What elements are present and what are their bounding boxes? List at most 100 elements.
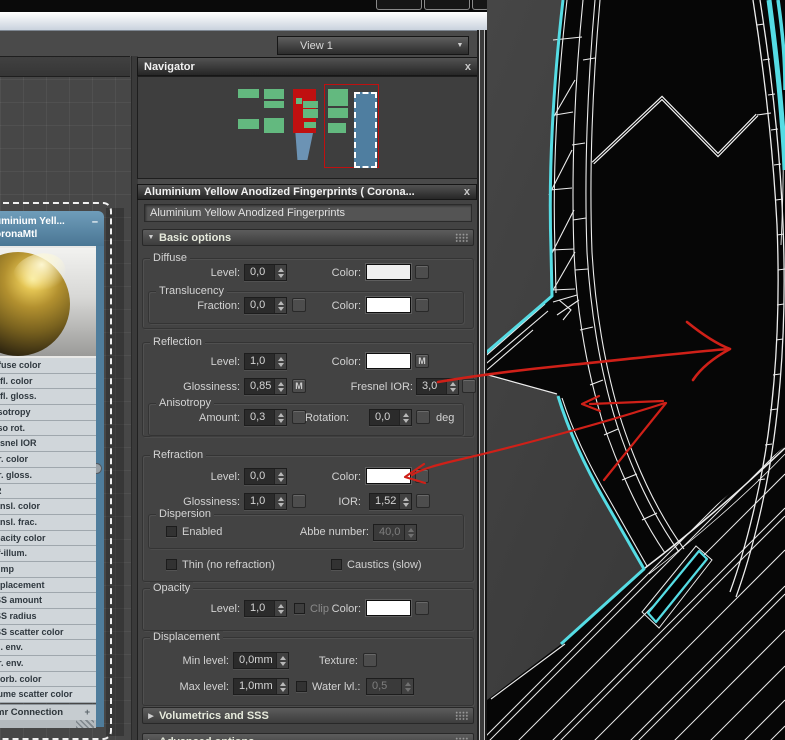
node-view[interactable]: uminium Yell... oronaMtl – ffuse coloref… <box>0 56 132 740</box>
diffuse-color-swatch[interactable] <box>366 264 411 280</box>
collapse-node-icon[interactable]: – <box>92 216 98 229</box>
refraction-level-spinner[interactable]: 0,0 <box>244 468 287 485</box>
node-slot[interactable]: ansl. frac. <box>0 514 96 531</box>
opacity-color-swatch[interactable] <box>366 600 411 616</box>
refraction-color-map-button[interactable] <box>415 469 429 483</box>
node-slot[interactable]: lf-illum. <box>0 546 96 562</box>
translucency-color-map-button[interactable] <box>415 298 429 312</box>
node-slot[interactable]: ansl. color <box>0 499 96 515</box>
translucency-color-label: Color: <box>331 300 361 312</box>
node-slot[interactable]: SS amount <box>0 593 96 609</box>
node-slot[interactable]: pacity color <box>0 530 96 547</box>
spinner-arrows-icon[interactable] <box>274 601 286 616</box>
window-button[interactable] <box>376 0 422 10</box>
node-slot[interactable]: splacement <box>0 577 96 594</box>
node-slot[interactable]: fr. env. <box>0 656 96 672</box>
viewport-wireframe[interactable] <box>487 0 785 740</box>
drag-handle-icon[interactable] <box>455 711 468 720</box>
node-slot[interactable]: efl. color <box>0 373 96 390</box>
nav-node <box>328 123 346 133</box>
node-slot[interactable]: isotropy <box>0 405 96 421</box>
fresnel-ior-spinner[interactable]: 3,0 <box>416 378 459 395</box>
resize-grip-icon[interactable] <box>76 720 94 728</box>
chevron-down-icon[interactable]: ▼ <box>452 42 468 49</box>
node-slot[interactable]: iso rot. <box>0 420 96 437</box>
spinner-arrows-icon[interactable] <box>274 265 286 280</box>
navigator-titlebar[interactable]: Navigator x <box>137 57 478 76</box>
displacement-max-spinner[interactable]: 1,0mm <box>233 678 289 695</box>
dispersion-enabled-checkbox[interactable] <box>166 526 177 537</box>
material-node[interactable]: uminium Yell... oronaMtl – ffuse coloref… <box>0 204 104 736</box>
mr-connection-row[interactable]: mr Connection + <box>0 704 96 720</box>
opacity-level-spinner[interactable]: 1,0 <box>244 600 287 617</box>
thin-checkbox[interactable] <box>166 559 177 570</box>
opacity-color-map-button[interactable] <box>415 601 429 615</box>
spinner-arrows-icon[interactable] <box>274 379 286 394</box>
node-slot[interactable]: fl. env. <box>0 640 96 657</box>
refraction-ior-spinner[interactable]: 1,52 <box>369 493 412 510</box>
spinner-arrows-icon[interactable] <box>446 379 458 394</box>
reflection-level-value: 1,0 <box>250 355 266 367</box>
refraction-ior-map-button[interactable] <box>416 494 430 508</box>
displacement-min-spinner[interactable]: 0,0mm <box>233 652 289 669</box>
diffuse-level-spinner[interactable]: 0,0 <box>244 264 287 281</box>
material-preview[interactable] <box>0 246 104 358</box>
material-node-header[interactable]: uminium Yell... oronaMtl – <box>0 211 104 246</box>
close-icon[interactable]: x <box>465 61 471 73</box>
caustics-label: Caustics (slow) <box>347 559 422 571</box>
window-button[interactable] <box>424 0 470 10</box>
rollout-basic-options[interactable]: ▼ Basic options <box>142 229 474 246</box>
material-name-input[interactable]: Aluminium Yellow Anodized Fingerprints <box>144 204 472 222</box>
rollout-volumetrics[interactable]: ▶ Volumetrics and SSS <box>142 707 474 724</box>
spinner-arrows-icon[interactable] <box>399 494 411 509</box>
node-slot[interactable]: R <box>0 483 96 500</box>
node-slot[interactable]: SS radius <box>0 609 96 625</box>
spinner-arrows-icon[interactable] <box>276 653 288 668</box>
refraction-color-swatch[interactable] <box>366 468 411 484</box>
fresnel-ior-map-button[interactable] <box>462 379 476 393</box>
caustics-checkbox[interactable] <box>331 559 342 570</box>
node-slot[interactable]: fr. color <box>0 452 96 468</box>
navigator-thumbnail[interactable] <box>137 76 478 179</box>
spinner-arrows-icon[interactable] <box>274 354 286 369</box>
refraction-glossiness-map-button[interactable] <box>292 494 306 508</box>
reflection-glossiness-spinner[interactable]: 0,85 <box>244 378 287 395</box>
node-slot[interactable]: lume scatter color <box>0 687 96 704</box>
node-slot[interactable]: fr. gloss. <box>0 467 96 484</box>
reflection-color-map-button[interactable]: M <box>415 354 429 368</box>
node-slot[interactable]: SS scatter color <box>0 624 96 641</box>
node-slot[interactable]: esnel IOR <box>0 436 96 453</box>
spinner-arrows-icon[interactable] <box>276 679 288 694</box>
drag-handle-icon[interactable] <box>455 233 468 242</box>
displacement-texture-map-button[interactable] <box>363 653 377 667</box>
translucency-fraction-map-button[interactable] <box>292 298 306 312</box>
node-slot[interactable]: efl. gloss. <box>0 389 96 406</box>
refraction-glossiness-spinner[interactable]: 1,0 <box>244 493 287 510</box>
rollout-advanced[interactable]: ▶ Advanced options <box>142 733 474 740</box>
node-slot[interactable]: sorb. color <box>0 671 96 688</box>
refraction-ior-value: 1,52 <box>375 495 397 507</box>
reflection-level-spinner[interactable]: 1,0 <box>244 353 287 370</box>
anisotropy-amount-spinner[interactable]: 0,3 <box>244 409 287 426</box>
reflection-color-swatch[interactable] <box>366 353 411 369</box>
spinner-arrows-icon[interactable] <box>274 469 286 484</box>
spinner-arrows-icon[interactable] <box>274 494 286 509</box>
view-selector[interactable]: View 1 ▼ <box>277 36 469 55</box>
material-panel-titlebar[interactable]: Aluminium Yellow Anodized Fingerprints (… <box>137 184 477 200</box>
anisotropy-rotation-map-button[interactable] <box>416 410 430 424</box>
spinner-arrows-icon[interactable] <box>399 410 411 425</box>
spinner-arrows-icon[interactable] <box>274 298 286 313</box>
translucency-color-swatch[interactable] <box>366 297 411 313</box>
anisotropy-rotation-spinner[interactable]: 0,0 <box>369 409 412 426</box>
reflection-glossiness-map-button[interactable]: M <box>292 379 306 393</box>
node-slot[interactable]: ffuse color <box>0 358 96 374</box>
plus-icon[interactable]: + <box>84 705 90 721</box>
close-icon[interactable]: x <box>464 186 470 198</box>
translucency-fraction-spinner[interactable]: 0,0 <box>244 297 287 314</box>
rollout-open-icon[interactable]: ▼ <box>143 234 159 241</box>
node-slot[interactable]: ump <box>0 561 96 578</box>
editor-window-right-border <box>477 30 487 740</box>
rollout-closed-icon[interactable]: ▶ <box>143 712 159 720</box>
diffuse-color-map-button[interactable] <box>415 265 429 279</box>
water-level-checkbox[interactable] <box>296 681 307 692</box>
